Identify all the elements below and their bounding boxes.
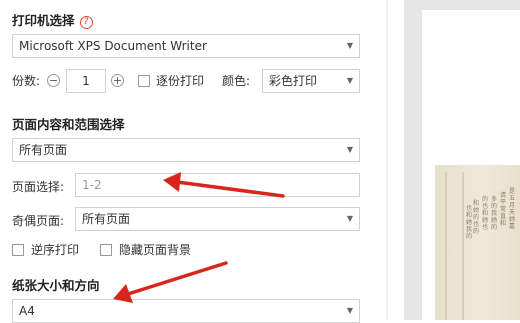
hide-background-label: 隐藏页面背景 bbox=[119, 243, 192, 257]
preview-text-column: 也和她我的 bbox=[466, 205, 473, 240]
increment-copies-button[interactable]: + bbox=[111, 74, 124, 87]
chevron-down-icon: ▼ bbox=[346, 145, 353, 154]
copies-input[interactable]: 1 bbox=[66, 69, 106, 93]
printer-section-title: 打印机选择? bbox=[12, 10, 93, 29]
hide-background-checkbox[interactable] bbox=[100, 244, 112, 256]
color-select[interactable]: 彩色打印 ▼ bbox=[262, 69, 360, 93]
paper-size-select[interactable]: A4 ▼ bbox=[12, 299, 360, 323]
preview-text-column: 请平常直和 bbox=[500, 192, 507, 227]
preview-text-column: 是五月天她嘉 bbox=[509, 188, 516, 230]
odd-even-label: 奇偶页面: bbox=[12, 214, 65, 228]
color-label: 颜色: bbox=[222, 74, 251, 88]
page-range-input[interactable]: 1-2 bbox=[75, 173, 360, 197]
panel-divider bbox=[386, 0, 388, 320]
preview-text-column: 和她的也的 bbox=[473, 200, 480, 235]
preview-text-column: 多的我她的 bbox=[491, 196, 498, 231]
reverse-print-checkbox[interactable] bbox=[12, 244, 24, 256]
decrement-copies-button[interactable]: − bbox=[47, 74, 60, 87]
collate-checkbox[interactable] bbox=[138, 75, 150, 87]
preview-image-line bbox=[445, 172, 447, 320]
chevron-down-icon: ▼ bbox=[346, 41, 353, 50]
preview-image-line bbox=[462, 172, 464, 320]
help-icon[interactable]: ? bbox=[79, 16, 93, 29]
odd-even-select[interactable]: 所有页面 ▼ bbox=[75, 207, 360, 231]
collate-label: 逐份打印 bbox=[156, 74, 205, 88]
print-settings-panel: 打印机选择? Microsoft XPS Document Writer ▼ 份… bbox=[0, 0, 388, 323]
page-select-label: 页面选择: bbox=[12, 180, 65, 194]
paper-section-title: 纸张大小和方向 bbox=[12, 278, 100, 293]
reverse-print-label: 逆序打印 bbox=[31, 243, 80, 257]
preview-image bbox=[435, 165, 520, 320]
copies-label: 份数: bbox=[12, 74, 41, 88]
preview-text-column: 的也和她也 bbox=[482, 196, 489, 231]
chevron-down-icon: ▼ bbox=[346, 76, 353, 85]
printer-select[interactable]: Microsoft XPS Document Writer ▼ bbox=[12, 34, 360, 58]
chevron-down-icon: ▼ bbox=[346, 214, 353, 223]
content-section-title: 页面内容和范围选择 bbox=[12, 117, 125, 132]
content-select[interactable]: 所有页面 ▼ bbox=[12, 138, 360, 162]
chevron-down-icon: ▼ bbox=[346, 306, 353, 315]
